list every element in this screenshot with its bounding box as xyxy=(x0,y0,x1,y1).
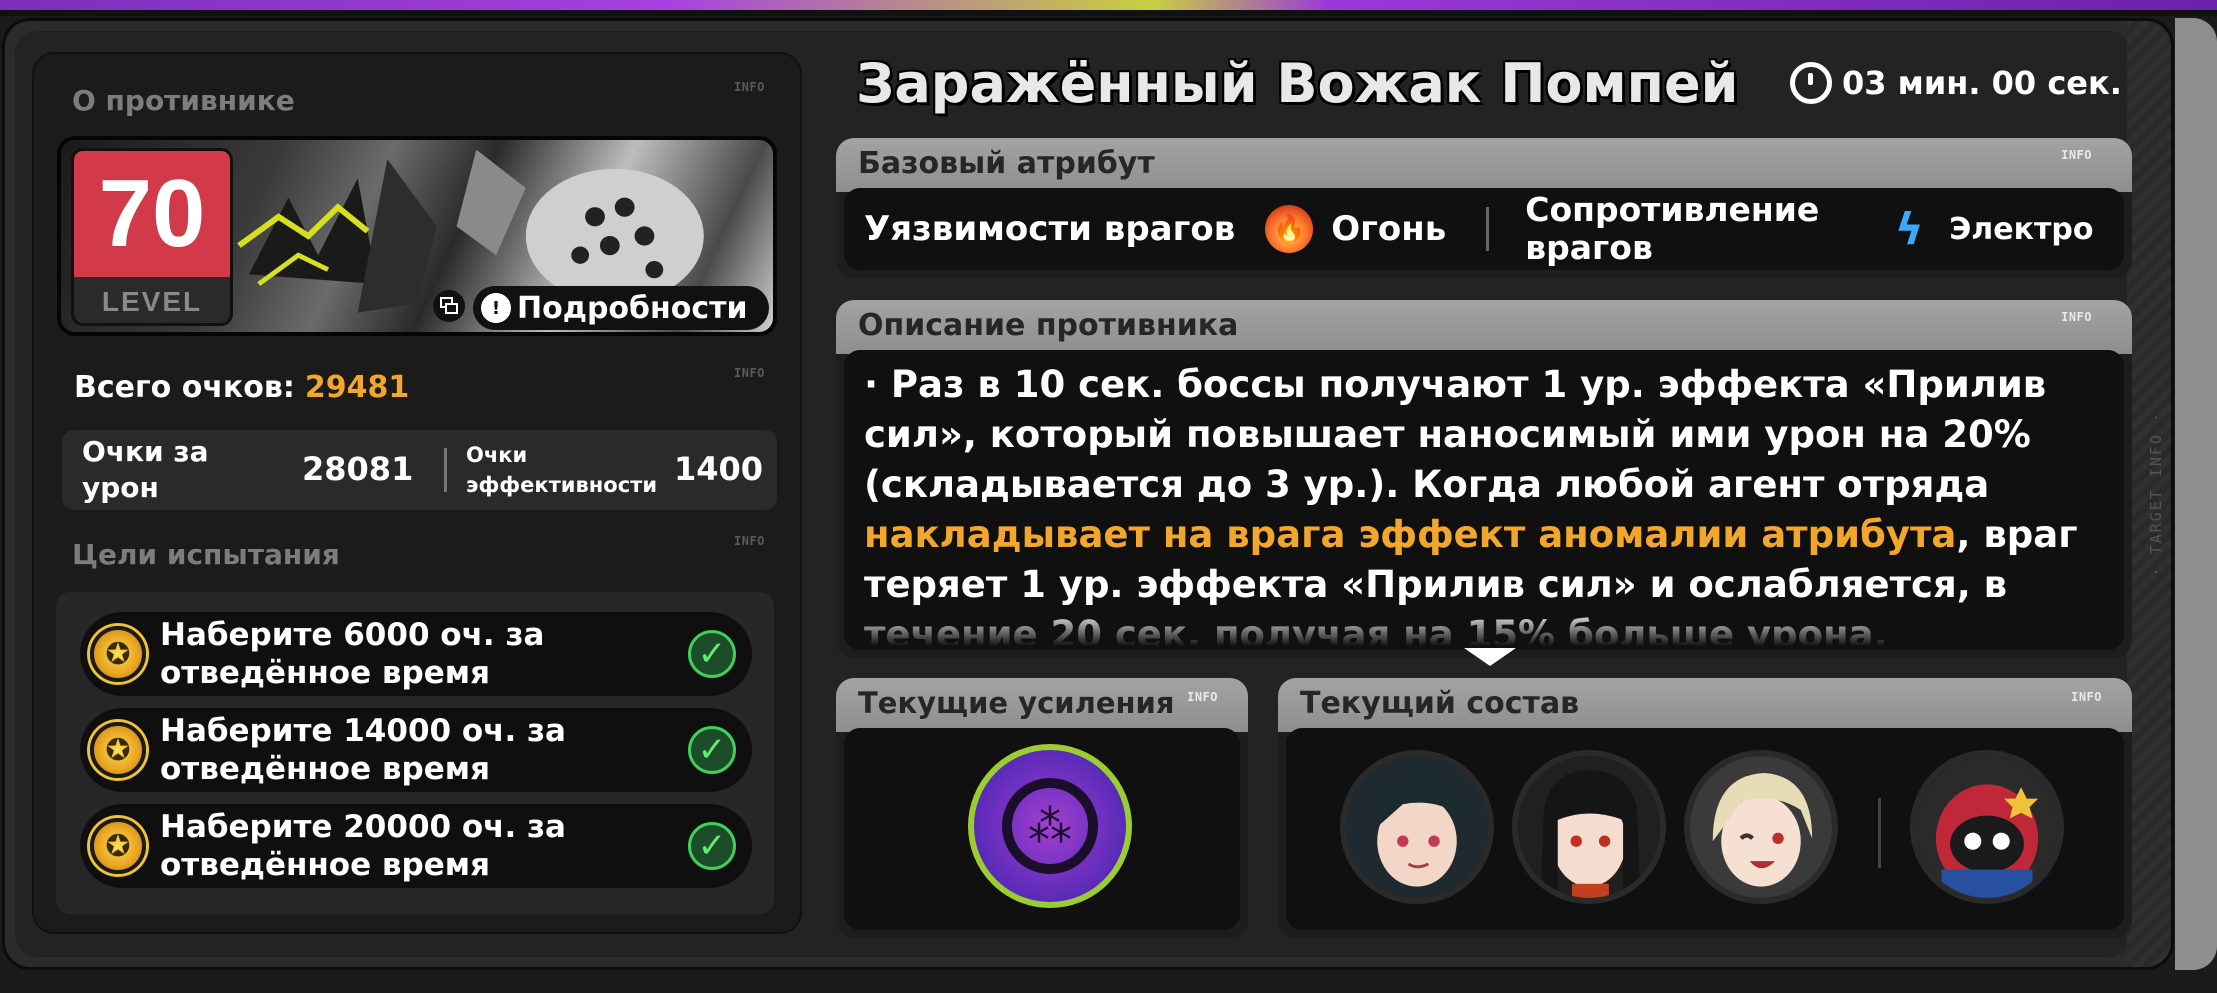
right-edge-decor xyxy=(2175,18,2217,970)
details-icon: ! xyxy=(481,293,511,323)
card-header: Текущие усиления INFO xyxy=(836,678,1248,732)
medal-icon: ✪ xyxy=(90,818,146,874)
goal-item: ✪ Наберите 14000 оч. за отведённое время… xyxy=(80,708,752,792)
resistance-value: Электро xyxy=(1949,211,2094,247)
goal-text: Наберите 20000 оч. за отведённое время xyxy=(160,809,566,883)
weakness-label: Уязвимости врагов xyxy=(864,209,1236,249)
scroll-down-icon[interactable] xyxy=(1464,648,1516,666)
timer-icon xyxy=(1790,62,1832,104)
total-score-label: Всего очков: xyxy=(74,370,295,405)
agent-portrait-3 xyxy=(1690,756,1832,898)
description-fade xyxy=(844,610,2124,650)
roster-title: Текущий состав xyxy=(1300,686,1580,721)
description-info-tag: INFO xyxy=(2061,310,2092,324)
details-button-label: Подробности xyxy=(517,290,748,326)
buff-icon: ⁂ xyxy=(1002,778,1098,874)
buff-button[interactable]: ⁂ xyxy=(968,744,1132,908)
challenge-timer: 03 мин. 00 сек. xyxy=(1790,62,2122,104)
enemy-info-tag: INFO xyxy=(734,80,765,94)
attribute-info-tag: INFO xyxy=(2061,148,2092,162)
agent-portrait-2 xyxy=(1518,756,1660,898)
agent-portrait-1 xyxy=(1346,756,1488,898)
medal-icon: ✪ xyxy=(90,626,146,682)
attribute-divider xyxy=(1486,207,1490,251)
buffs-info-tag: INFO xyxy=(1187,690,1218,704)
base-attribute-card: Базовый атрибут INFO Уязвимости врагов 🔥… xyxy=(836,138,2132,278)
roster-body xyxy=(1286,728,2124,930)
agent-avatar-1[interactable] xyxy=(1340,750,1494,904)
card-header: Текущий состав INFO xyxy=(1278,678,2132,732)
enemy-overview-column: О противнике INFO 70 LEVEL ! Подробности xyxy=(32,52,802,934)
goal-text: Наберите 6000 оч. за отведённое время xyxy=(160,617,545,691)
details-button[interactable]: ! Подробности xyxy=(473,286,769,330)
goal-text: Наберите 14000 оч. за отведённое время xyxy=(160,713,566,787)
enemy-section-title: О противнике xyxy=(72,84,295,117)
agent-avatar-3[interactable] xyxy=(1684,750,1838,904)
enemy-description-card: Описание противника INFO · Раз в 10 сек.… xyxy=(836,300,2132,658)
card-header: Описание противника INFO xyxy=(836,300,2132,354)
buffs-title: Текущие усиления xyxy=(858,686,1175,720)
total-score: Всего очков: 29481 xyxy=(74,370,409,405)
weakness-value: Огонь xyxy=(1331,209,1447,249)
goals-list: ✪ Наберите 6000 оч. за отведённое время … xyxy=(56,592,774,914)
total-score-value: 29481 xyxy=(304,370,410,405)
current-roster-card: Текущий состав INFO xyxy=(1278,678,2132,938)
attribute-row: Уязвимости врагов 🔥 Огонь Сопротивление … xyxy=(844,188,2124,270)
roster-divider xyxy=(1878,798,1881,868)
current-buffs-card: Текущие усиления INFO ⁂ xyxy=(836,678,1248,938)
goals-info-tag: INFO xyxy=(734,534,765,548)
resistance-label: Сопротивление врагов xyxy=(1525,190,1820,267)
buffs-body: ⁂ xyxy=(844,728,1240,930)
description-highlight: накладывает на врага эффект аномалии атр… xyxy=(864,513,1957,556)
copy-icon xyxy=(440,297,458,314)
score-info-tag: INFO xyxy=(734,366,765,380)
goals-section-title: Цели испытания xyxy=(72,538,340,571)
efficiency-score-label: Очки эффективности xyxy=(466,443,658,497)
bangboo-portrait xyxy=(1916,756,2058,898)
attribute-body: Уязвимости врагов 🔥 Огонь Сопротивление … xyxy=(844,188,2124,270)
check-icon: ✓ xyxy=(688,630,736,678)
fire-icon: 🔥 xyxy=(1265,205,1314,253)
enemy-portrait: 70 LEVEL ! Подробности xyxy=(57,136,777,336)
score-divider xyxy=(444,448,447,492)
target-info-label: · TARGET INFO · xyxy=(2147,411,2165,577)
side-gutter: · TARGET INFO · xyxy=(2127,21,2171,967)
check-icon: ✓ xyxy=(688,726,736,774)
damage-score-label: Очки за урон xyxy=(82,435,209,504)
boss-name: Заражённый Вожак Помпей xyxy=(856,52,1739,115)
goal-item: ✪ Наберите 6000 оч. за отведённое время … xyxy=(80,612,752,696)
description-part1: · Раз в 10 сек. боссы получают 1 ур. эфф… xyxy=(864,363,2047,506)
agent-avatar-2[interactable] xyxy=(1512,750,1666,904)
bangboo-avatar[interactable] xyxy=(1910,750,2064,904)
medal-icon: ✪ xyxy=(90,722,146,778)
roster-info-tag: INFO xyxy=(2071,690,2102,704)
card-header: Базовый атрибут INFO xyxy=(836,138,2132,192)
electric-icon: ϟ xyxy=(1894,203,1924,255)
damage-score-value: 28081 xyxy=(302,450,414,488)
top-decor-strip xyxy=(0,0,2217,16)
enemy-level-value: 70 xyxy=(74,151,230,277)
efficiency-score-value: 1400 xyxy=(674,450,764,488)
goal-item: ✪ Наберите 20000 оч. за отведённое время… xyxy=(80,804,752,888)
score-breakdown: Очки за урон 28081 Очки эффективности 14… xyxy=(62,430,777,510)
description-scroll-area[interactable]: · Раз в 10 сек. боссы получают 1 ур. эфф… xyxy=(844,350,2124,650)
description-text: · Раз в 10 сек. боссы получают 1 ур. эфф… xyxy=(864,360,2124,650)
description-title: Описание противника xyxy=(858,308,1239,343)
enemy-level-label: LEVEL xyxy=(101,286,203,317)
copy-button[interactable] xyxy=(433,290,465,322)
enemy-level-badge: 70 LEVEL xyxy=(71,148,233,326)
check-icon: ✓ xyxy=(688,822,736,870)
timer-value: 03 мин. 00 сек. xyxy=(1842,64,2122,102)
base-attribute-title: Базовый атрибут xyxy=(858,146,1155,181)
